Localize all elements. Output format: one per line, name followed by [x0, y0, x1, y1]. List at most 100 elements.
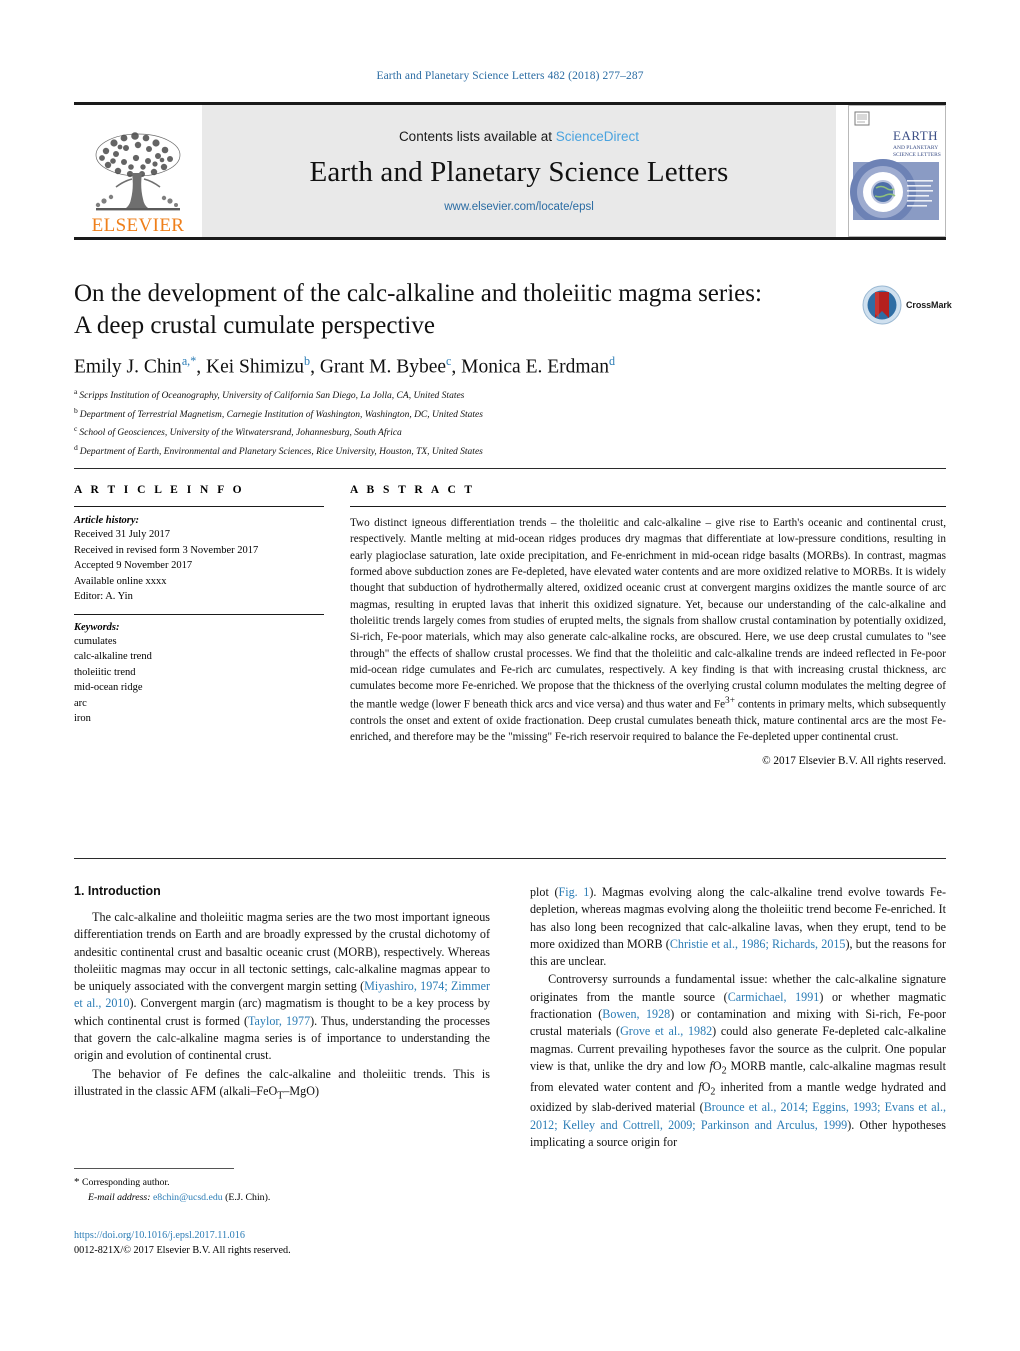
keyword-item: tholeiitic trend — [74, 666, 136, 678]
sciencedirect-link[interactable]: ScienceDirect — [556, 129, 639, 144]
affiliation-text: Department of Terrestrial Magnetism, Car… — [79, 409, 483, 420]
article-history-item: Editor: A. Yin — [74, 591, 133, 603]
article-history-item: Received 31 July 2017 — [74, 529, 170, 540]
svg-text:SCIENCE LETTERS: SCIENCE LETTERS — [893, 152, 941, 158]
journal-url-link[interactable]: www.elsevier.com/locate/epsl — [444, 201, 594, 213]
elsevier-tree-icon — [95, 132, 181, 211]
abstract-divider — [350, 506, 946, 507]
paper-title-line-2: A deep crustal cumulate perspective — [74, 312, 435, 339]
corresponding-author-line: * Corresponding author. — [74, 1174, 494, 1191]
paragraph-text: plot ( — [530, 885, 559, 899]
doi-block: https://doi.org/10.1016/j.epsl.2017.11.0… — [74, 1228, 504, 1259]
doi-link[interactable]: https://doi.org/10.1016/j.epsl.2017.11.0… — [74, 1228, 504, 1243]
affiliation-marker: c — [74, 424, 78, 434]
body-paragraph: Controversy surrounds a fundamental issu… — [530, 971, 946, 1151]
citation-link[interactable]: Christie et al., 1986; Richards, 2015 — [670, 937, 846, 951]
abstract-text: Two distinct igneous differentiation tre… — [350, 517, 946, 744]
citation-link[interactable]: Grove et al., 1982 — [620, 1024, 712, 1038]
corresponding-author-text: Corresponding author. — [81, 1177, 170, 1188]
corresponding-author-note: * Corresponding author. E-mail address: … — [74, 1174, 494, 1205]
journal-cover-image: EARTH AND PLANETARY SCIENCE LETTERS — [849, 106, 943, 236]
svg-text:EARTH: EARTH — [893, 128, 938, 143]
affiliation-list: a Scripps Institution of Oceanography, Un… — [74, 386, 934, 460]
author-affiliation-marker: c — [446, 354, 452, 368]
keywords-divider — [74, 613, 324, 615]
affiliation-text: Scripps Institution of Oceanography, Uni… — [79, 391, 465, 402]
author-name: Monica E. Erdman — [461, 356, 609, 378]
keywords-heading: Keywords: — [74, 621, 120, 633]
running-head: Earth and Planetary Science Letters 482 … — [376, 70, 644, 82]
abstract-heading: A B S T R A C T — [350, 484, 476, 496]
elsevier-logo: ELSEVIER — [74, 105, 202, 237]
citation-link[interactable]: Bowen, 1928 — [602, 1007, 670, 1021]
author-affiliation-marker: a,* — [181, 354, 197, 368]
page-title: On the development of the calc-alkaline … — [74, 278, 854, 342]
author-name: Grant M. Bybee — [319, 356, 447, 378]
section-heading-introduction: 1. Introduction — [74, 884, 161, 898]
affiliation-marker: d — [74, 442, 78, 452]
affiliation-item: a Scripps Institution of Oceanography, Un… — [74, 386, 934, 405]
abstract-column: A B S T R A C T Two distinct igneous dif… — [350, 484, 946, 767]
affiliation-text: Department of Earth, Environmental and P… — [79, 446, 483, 457]
elsevier-wordmark: ELSEVIER — [91, 215, 185, 236]
email-suffix: (E.J. Chin). — [225, 1191, 271, 1203]
abstract-superscript: 3+ — [725, 695, 735, 706]
citation-link[interactable]: Taylor, 1977 — [248, 1014, 310, 1028]
keyword-item: arc — [74, 697, 87, 709]
body-paragraph: The calc-alkaline and tholeiitic magma s… — [74, 909, 490, 1065]
journal-cover-thumbnail[interactable]: EARTH AND PLANETARY SCIENCE LETTERS — [848, 105, 946, 237]
article-info-column: A R T I C L E I N F O Article history: R… — [74, 484, 324, 727]
keyword-item: mid-ocean ridge — [74, 682, 143, 694]
author-name: Kei Shimizu — [205, 356, 305, 378]
affiliation-marker: a — [74, 387, 78, 396]
author-list: Emily J. China,*, Kei Shimizub, Grant M.… — [74, 354, 616, 378]
contents-available-line: Contents lists available at ScienceDirec… — [399, 129, 639, 144]
email-line: E-mail address: e8chin@ucsd.edu (E.J. Ch… — [74, 1191, 494, 1206]
keyword-item: cumulates — [74, 635, 117, 647]
crossmark-label: CrossMark — [906, 300, 952, 310]
svg-text:AND PLANETARY: AND PLANETARY — [893, 145, 938, 151]
corresponding-author-marker: * — [74, 1176, 80, 1188]
body-paragraph: The behavior of Fe defines the calc-alka… — [74, 1066, 490, 1104]
article-history-list: Received 31 July 2017 Received in revised… — [74, 527, 324, 605]
article-history-item: Available online xxxx — [74, 575, 167, 587]
author-name: Emily J. Chin — [74, 356, 182, 378]
paragraph-text: –MgO) — [283, 1083, 319, 1098]
body-column-right: plot (Fig. 1). Magmas evolving along the… — [530, 884, 946, 1152]
article-info-divider — [74, 506, 324, 507]
body-column-left: 1. Introduction The calc-alkaline and th… — [74, 884, 490, 1105]
affiliation-text: School of Geosciences, University of the… — [79, 428, 402, 439]
author-affiliation-marker: d — [608, 354, 616, 368]
citation-link[interactable]: Carmichael, 1991 — [728, 990, 820, 1004]
contents-prefix: Contents lists available at — [398, 129, 556, 144]
paragraph-text: O — [712, 1058, 722, 1073]
affiliation-item: d Department of Earth, Environmental and … — [74, 442, 934, 461]
paper-title-line-1: On the development of the calc-alkaline … — [74, 280, 762, 307]
divider-below-abstract — [74, 858, 946, 859]
email-link[interactable]: e8chin@ucsd.edu — [153, 1192, 223, 1203]
paper-page: Earth and Planetary Science Letters 482 … — [0, 0, 1020, 1351]
crossmark-badge[interactable]: CrossMark — [862, 284, 954, 326]
body-paragraph: plot (Fig. 1). Magmas evolving along the… — [530, 884, 946, 970]
affiliation-item: c School of Geosciences, University of th… — [74, 423, 934, 442]
keywords-list: cumulates calc-alkaline trend tholeiitic t… — [74, 634, 324, 727]
keyword-item: calc-alkaline trend — [74, 651, 152, 663]
title-block: On the development of the calc-alkaline … — [74, 278, 854, 342]
affiliation-marker: b — [74, 405, 78, 415]
article-history-item: Accepted 9 November 2017 — [74, 560, 193, 572]
intro-paragraphs-left: The calc-alkaline and tholeiitic magma s… — [74, 909, 490, 1104]
citation-link[interactable]: Fig. 1 — [558, 885, 589, 899]
keyword-item: iron — [74, 713, 91, 725]
intro-paragraphs-right: plot (Fig. 1). Magmas evolving along the… — [530, 884, 946, 1151]
divider-above-abstract — [74, 468, 946, 469]
abstract-copyright: © 2017 Elsevier B.V. All rights reserved… — [762, 754, 946, 767]
affiliation-item: b Department of Terrestrial Magnetism, Ca… — [74, 405, 934, 424]
email-label: E-mail address: — [88, 1191, 151, 1203]
issn-copyright-line: 0012-821X/© 2017 Elsevier B.V. All right… — [74, 1245, 291, 1257]
body-columns: 1. Introduction The calc-alkaline and th… — [74, 884, 946, 1224]
author-affiliation-marker: b — [304, 354, 311, 368]
journal-title: Earth and Planetary Science Letters — [309, 156, 729, 188]
journal-masthead: ELSEVIER Contents lists available at Sci… — [74, 102, 946, 240]
footnote-divider — [74, 1168, 234, 1169]
journal-band: Contents lists available at ScienceDirec… — [202, 105, 836, 237]
